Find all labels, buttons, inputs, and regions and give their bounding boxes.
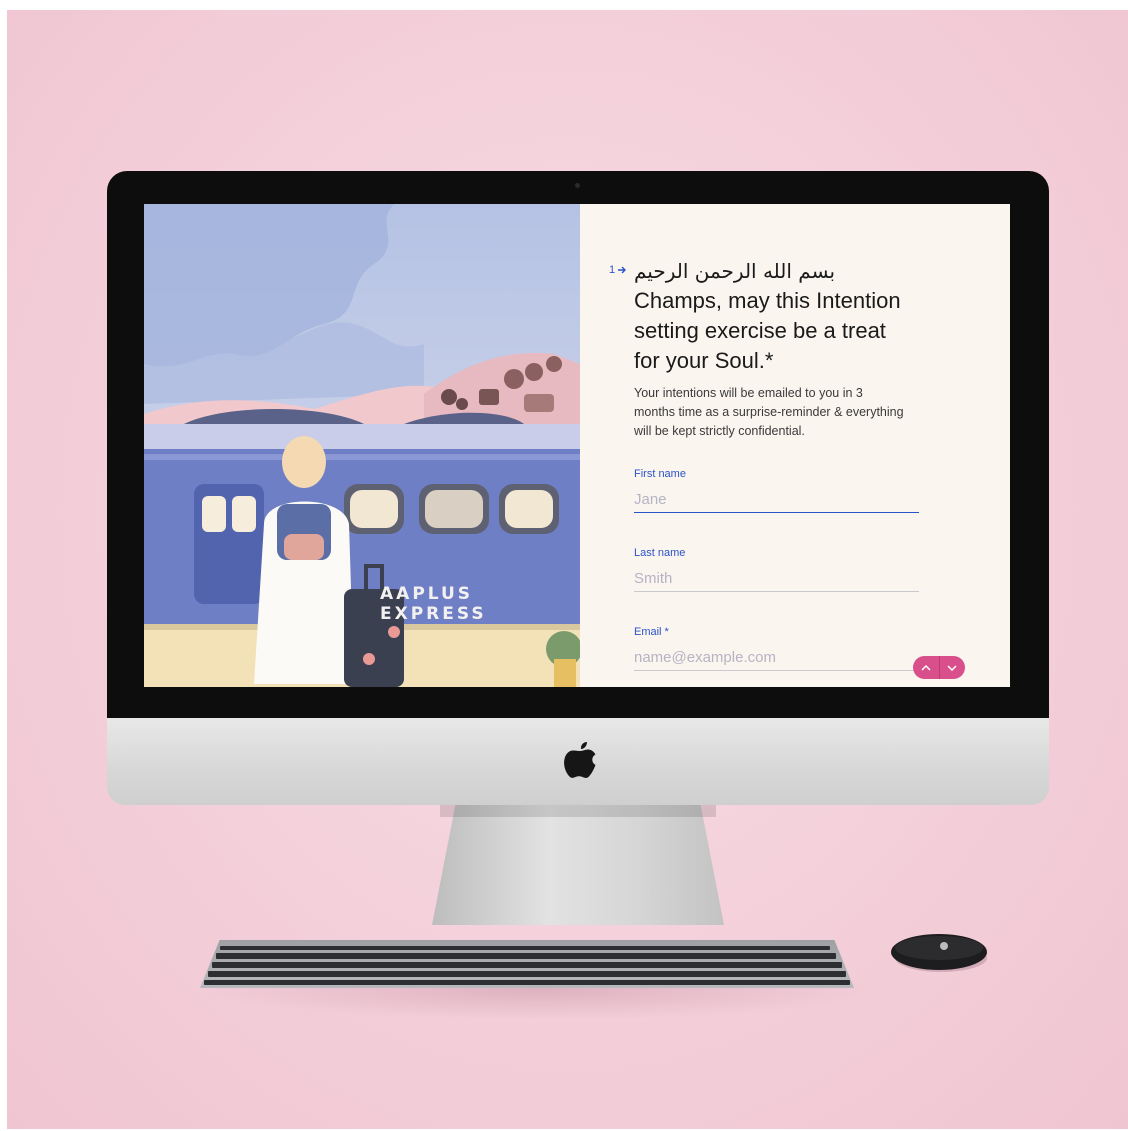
last-name-field: Last name [634, 547, 919, 592]
camera-icon [575, 183, 580, 188]
question-number: 1 [609, 264, 627, 276]
keyboard-keys [204, 946, 850, 985]
next-question-button[interactable] [938, 656, 966, 679]
chevron-down-icon [947, 664, 957, 671]
email-field: Email * [634, 626, 919, 671]
magic-mouse [891, 934, 987, 972]
form-panel: 1 بسم الله الرحمن الرحيم Champs, may thi… [580, 204, 1010, 687]
email-label: Email * [634, 626, 669, 638]
keyboard [200, 940, 854, 988]
imac-stand-shadow [440, 805, 716, 817]
question-title-text: Champs, may this Intention setting exerc… [634, 288, 901, 373]
first-name-input[interactable] [634, 486, 919, 513]
last-name-input[interactable] [634, 565, 919, 592]
question-navigation [913, 656, 965, 679]
arrow-right-icon [618, 266, 627, 274]
question-number-value: 1 [609, 264, 616, 276]
apple-logo-icon [564, 742, 596, 778]
first-name-label: First name [634, 468, 686, 480]
question-arabic-line: بسم الله الرحمن الرحيم [634, 259, 836, 283]
last-name-label: Last name [634, 547, 686, 559]
screen: AAPLUS EXPRESS 1 بسم الله الرحمن الرحيم … [144, 204, 1010, 687]
mouse-apple-logo-icon [940, 942, 948, 950]
train-lettering: AAPLUS EXPRESS [380, 584, 487, 624]
imac-stand [432, 805, 724, 925]
first-name-field: First name [634, 468, 919, 513]
question-title: بسم الله الرحمن الرحيم Champs, may this … [634, 256, 914, 376]
travel-illustration: AAPLUS EXPRESS [144, 204, 580, 687]
chevron-up-icon [921, 664, 931, 671]
email-input[interactable] [634, 644, 919, 671]
previous-question-button[interactable] [913, 656, 939, 679]
question-description: Your intentions will be emailed to you i… [634, 386, 904, 438]
